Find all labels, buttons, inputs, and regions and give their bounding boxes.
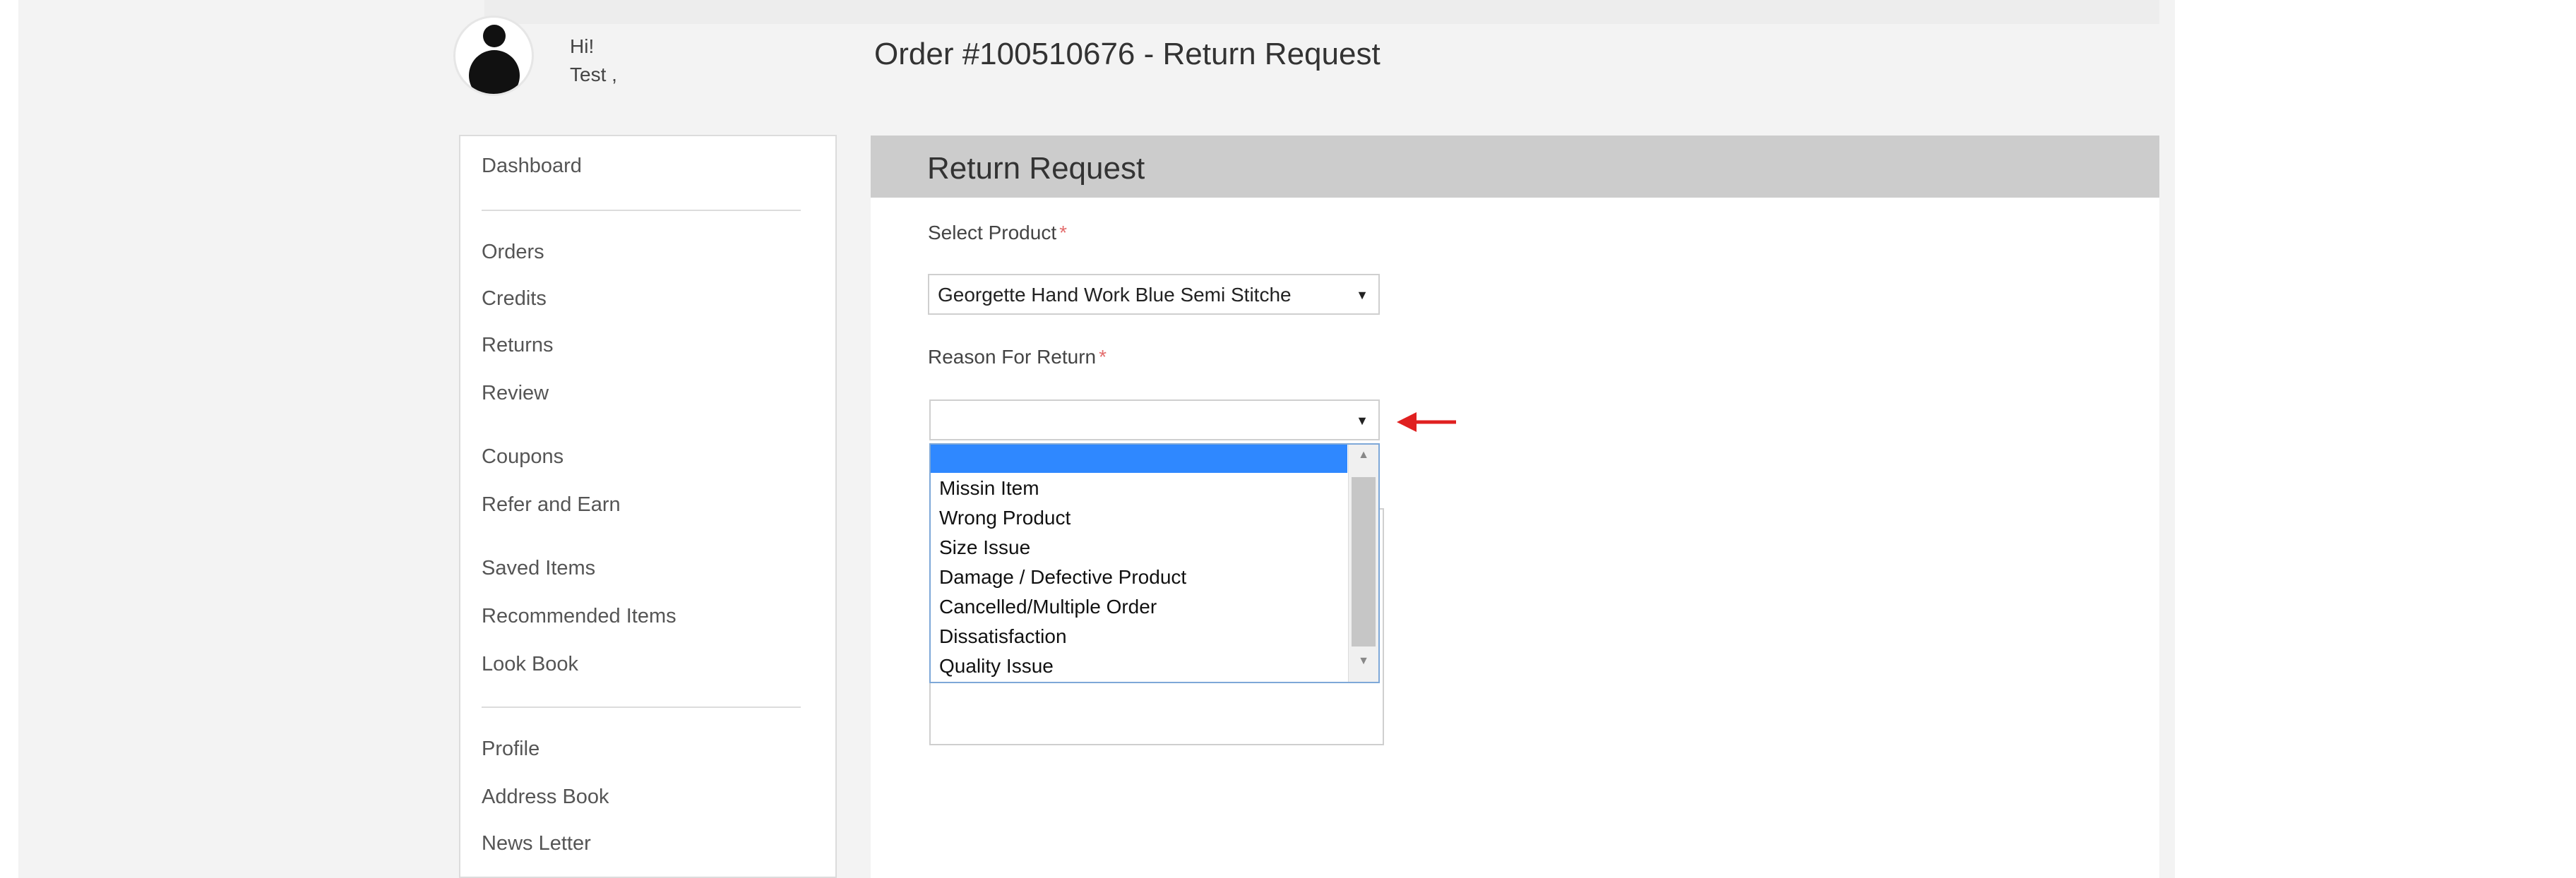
sidebar-item-review[interactable]: Review xyxy=(482,382,549,405)
sidebar-item-refer-and-earn[interactable]: Refer and Earn xyxy=(482,493,621,517)
scroll-up-icon[interactable]: ▲ xyxy=(1349,449,1378,462)
label-text: Select Product xyxy=(928,222,1057,243)
chevron-down-icon: ▼ xyxy=(1356,414,1368,428)
sidebar-item-address-book[interactable]: Address Book xyxy=(482,786,609,809)
top-strip xyxy=(484,0,2159,24)
dropdown-option-cancelled-multiple[interactable]: Cancelled/Multiple Order xyxy=(939,596,1157,618)
select-product-label: Select Product * xyxy=(928,222,1067,244)
avatar-body xyxy=(469,50,520,94)
page-title: Order #100510676 - Return Request xyxy=(874,37,1381,71)
dropdown-option-quality-issue[interactable]: Quality Issue xyxy=(939,655,1054,678)
user-name: Test , xyxy=(570,64,617,85)
reason-select[interactable]: ▼ xyxy=(929,399,1380,440)
user-avatar-icon xyxy=(453,16,534,96)
label-text: Reason For Return xyxy=(928,346,1097,368)
dropdown-option-damage-defective[interactable]: Damage / Defective Product xyxy=(939,566,1186,589)
sidebar-item-recommended-items[interactable]: Recommended Items xyxy=(482,605,676,628)
user-greeting-block: Hi! Test , xyxy=(570,32,617,89)
sidebar-item-credits[interactable]: Credits xyxy=(482,287,547,311)
sidebar-item-orders[interactable]: Orders xyxy=(482,241,544,264)
dropdown-option-size-issue[interactable]: Size Issue xyxy=(939,536,1030,559)
product-select[interactable]: Georgette Hand Work Blue Semi Stitchе ▼ xyxy=(928,274,1380,315)
scrollbar-thumb[interactable] xyxy=(1352,477,1376,647)
left-arrow-icon xyxy=(1397,412,1456,432)
avatar-head xyxy=(483,25,506,47)
panel-header: Return Request xyxy=(871,136,2159,198)
sidebar-item-saved-items[interactable]: Saved Items xyxy=(482,557,595,580)
reason-options-list[interactable]: Missin Item Wrong Product Size Issue Dam… xyxy=(929,443,1380,683)
required-marker: * xyxy=(1099,346,1107,368)
dropdown-option-missin-item[interactable]: Missin Item xyxy=(939,477,1039,500)
chevron-down-icon: ▼ xyxy=(1356,288,1368,302)
sidebar-item-returns[interactable]: Returns xyxy=(482,334,554,357)
sidebar-item-news-letter[interactable]: News Letter xyxy=(482,832,591,855)
sidebar-item-dashboard[interactable]: Dashboard xyxy=(482,155,582,178)
sidebar-divider xyxy=(482,706,801,708)
sidebar-item-look-book[interactable]: Look Book xyxy=(482,653,578,676)
sidebar-divider xyxy=(482,210,801,211)
greeting-text: Hi! xyxy=(570,35,595,57)
sidebar-item-profile[interactable]: Profile xyxy=(482,738,539,761)
scroll-down-icon[interactable]: ▼ xyxy=(1349,655,1378,668)
reason-label: Reason For Return * xyxy=(928,346,1107,368)
dropdown-option-highlighted[interactable] xyxy=(931,445,1347,473)
account-sidebar: Dashboard Orders Credits Returns Review … xyxy=(459,135,837,878)
sidebar-item-coupons[interactable]: Coupons xyxy=(482,445,564,469)
dropdown-option-dissatisfaction[interactable]: Dissatisfaction xyxy=(939,625,1067,648)
dropdown-option-wrong-product[interactable]: Wrong Product xyxy=(939,507,1071,529)
product-select-value: Georgette Hand Work Blue Semi Stitchе xyxy=(938,284,1292,306)
required-marker: * xyxy=(1059,222,1068,243)
panel-title: Return Request xyxy=(927,151,1145,186)
dropdown-scrollbar[interactable]: ▲ ▼ xyxy=(1348,445,1378,682)
